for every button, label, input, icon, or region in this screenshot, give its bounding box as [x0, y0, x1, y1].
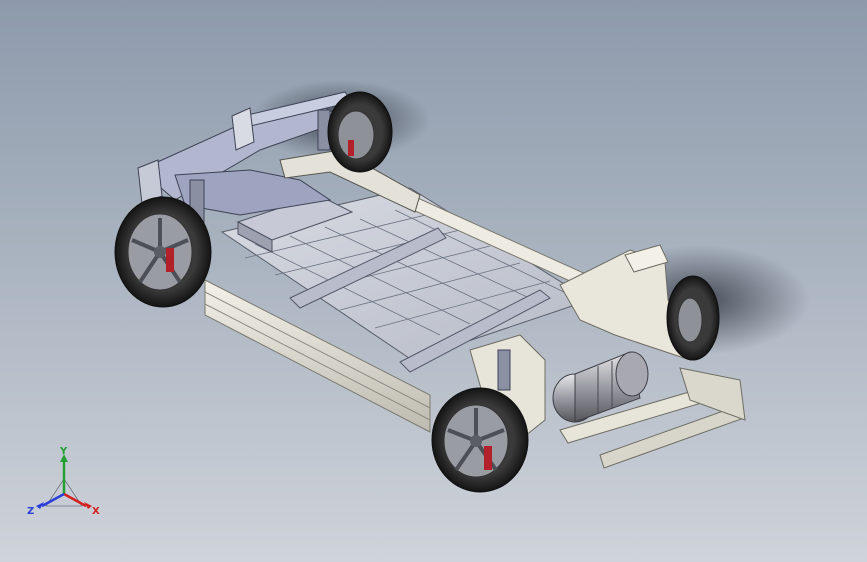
- wheel-front-right[interactable]: [327, 91, 393, 173]
- chassis-model[interactable]: [0, 0, 867, 562]
- wheel-rear-left[interactable]: [431, 387, 529, 493]
- brake-caliper-icon: [166, 248, 174, 272]
- x-axis-label: X: [92, 506, 100, 517]
- graphics-viewport[interactable]: Y X Z: [0, 0, 867, 562]
- z-axis-label: Z: [27, 506, 34, 517]
- coordinate-triad: Y X Z: [27, 446, 100, 517]
- wheel-front-left[interactable]: [114, 196, 212, 308]
- y-axis-label: Y: [59, 446, 68, 457]
- wheel-rear-right[interactable]: [666, 275, 720, 361]
